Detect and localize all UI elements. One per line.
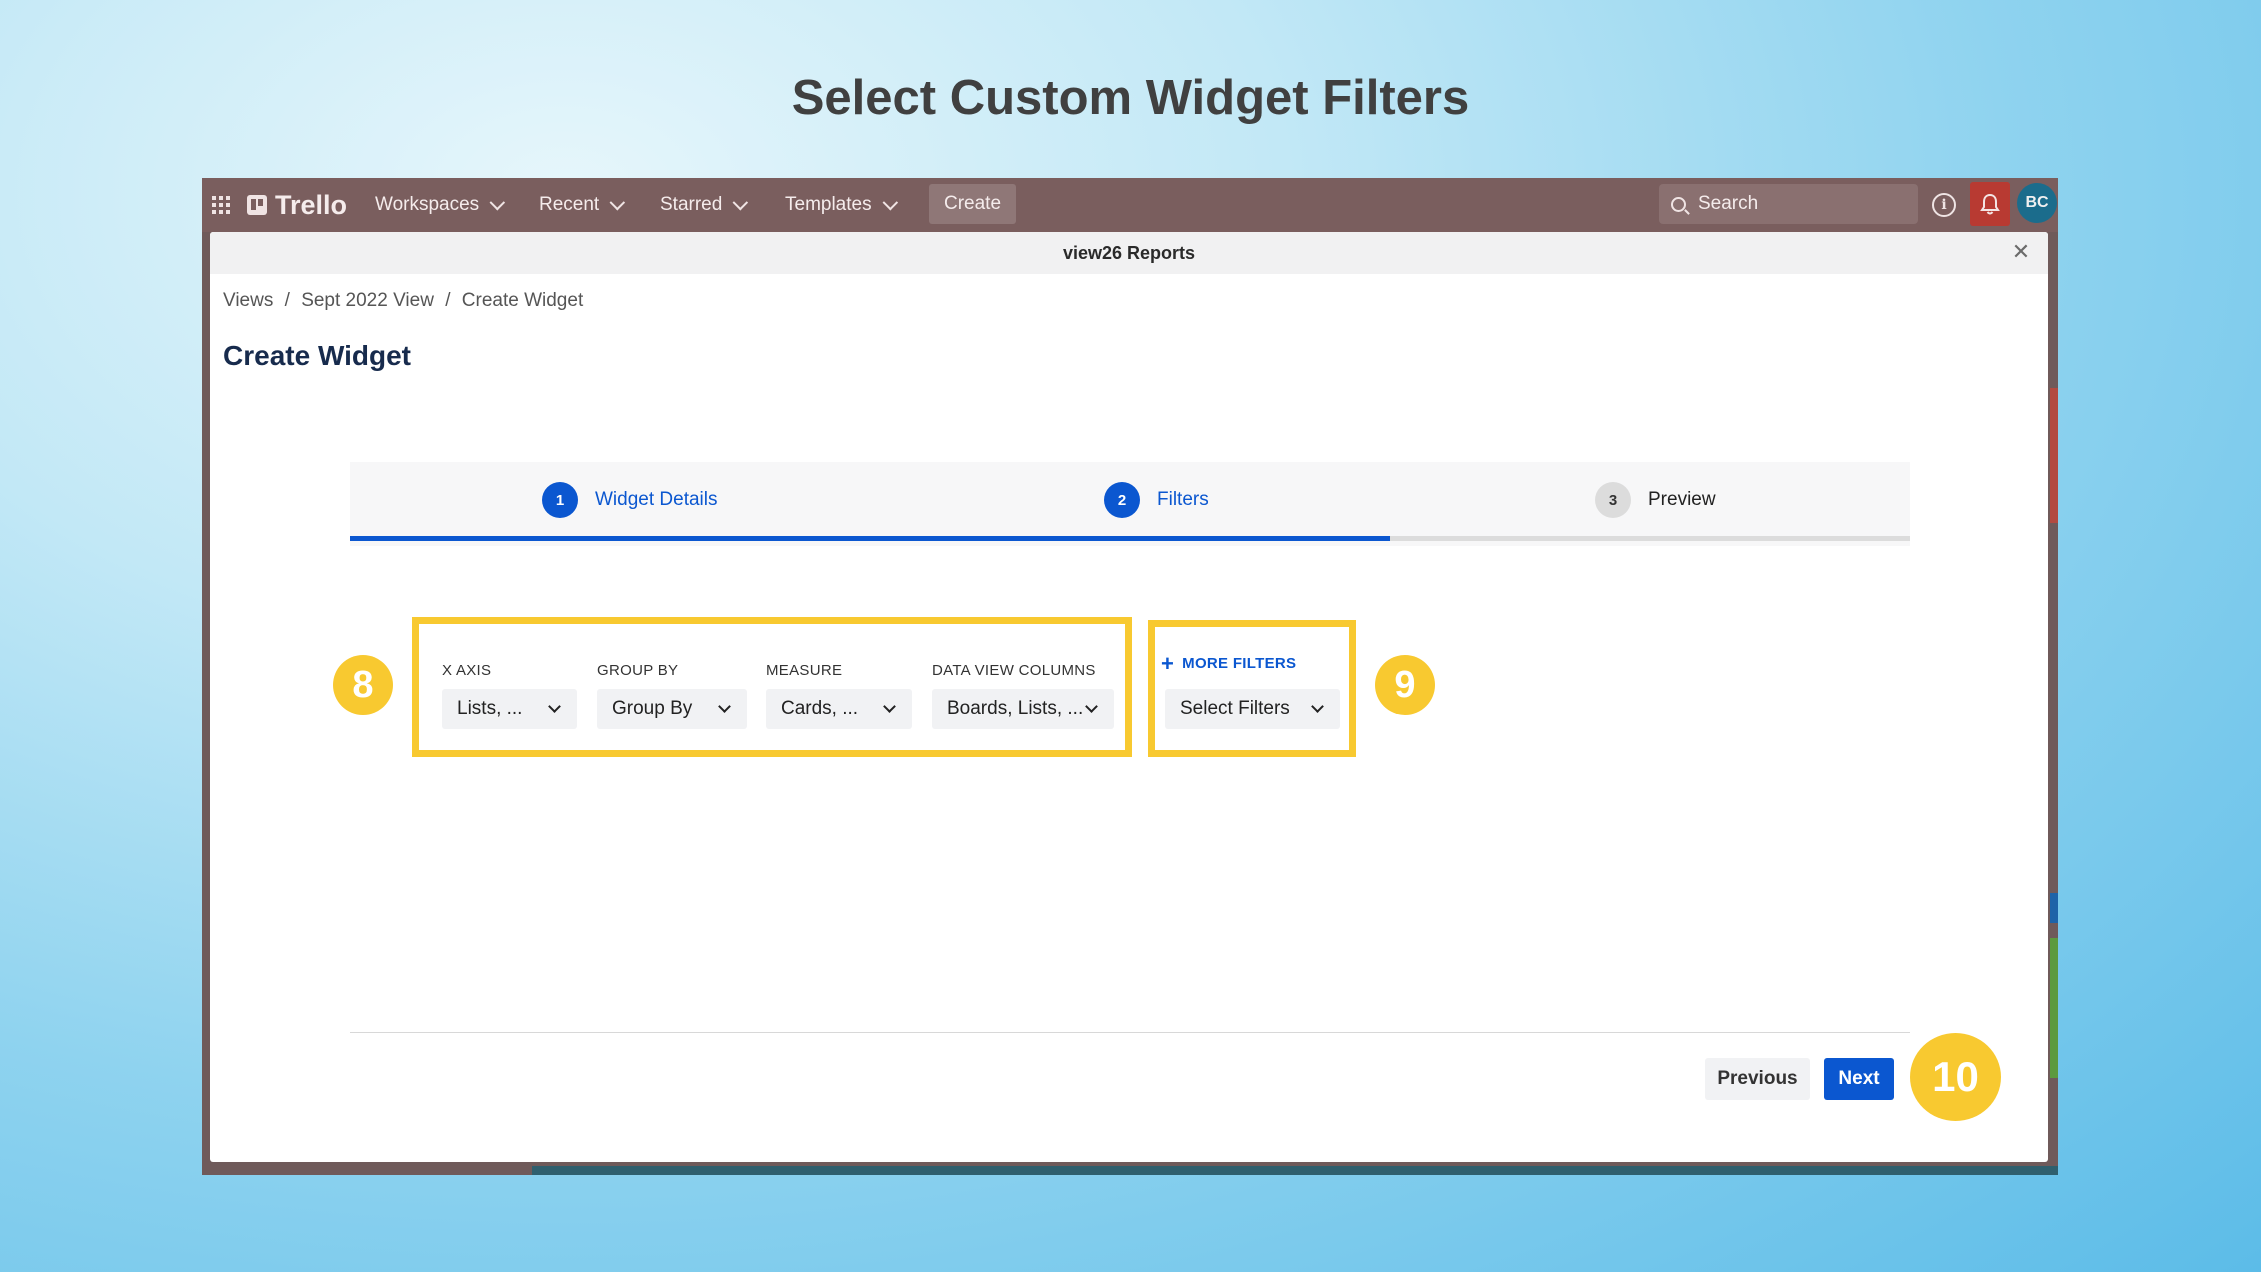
x-axis-value: Lists, ...	[457, 698, 523, 719]
chevron-down-icon	[548, 700, 561, 713]
search-input[interactable]: Search	[1659, 184, 1918, 224]
annotation-badge-9: 9	[1375, 655, 1435, 715]
nav-workspaces-label: Workspaces	[375, 194, 480, 215]
app-switcher-icon[interactable]	[212, 196, 230, 214]
nav-starred-label: Starred	[660, 194, 723, 215]
board-background-strip	[2050, 938, 2058, 1078]
chevron-down-icon	[609, 194, 626, 210]
nav-starred[interactable]: Starred	[660, 178, 749, 232]
chevron-down-icon	[1311, 700, 1324, 713]
breadcrumb-separator: /	[445, 290, 451, 311]
create-button[interactable]: Create	[929, 184, 1016, 224]
modal-header: view26 Reports	[210, 232, 2048, 274]
more-filters-button[interactable]: + MORE FILTERS	[1161, 651, 1297, 676]
avatar[interactable]: BC	[2017, 183, 2057, 223]
step-preview[interactable]: 3 Preview	[1595, 482, 1716, 518]
page-title: Create Widget	[223, 340, 412, 371]
select-filters-value: Select Filters	[1180, 698, 1290, 719]
breadcrumb: Views / Sept 2022 View / Create Widget	[223, 290, 589, 312]
nav-recent[interactable]: Recent	[539, 178, 626, 232]
close-icon[interactable]: ✕	[2010, 241, 2032, 263]
highlight-box-8	[412, 617, 1132, 757]
breadcrumb-sept-2022-view[interactable]: Sept 2022 View	[301, 290, 434, 311]
chevron-down-icon	[883, 700, 896, 713]
chevron-down-icon	[732, 194, 749, 210]
slide-title: Select Custom Widget Filters	[791, 71, 1470, 125]
trello-mark-icon	[247, 195, 267, 215]
top-navigation: Trello Workspaces Recent Starred Templat…	[202, 178, 2058, 232]
data-view-columns-label: DATA VIEW COLUMNS	[932, 662, 1096, 679]
breadcrumb-create-widget: Create Widget	[461, 290, 584, 311]
step-number: 2	[1104, 482, 1140, 518]
next-button[interactable]: Next	[1824, 1058, 1894, 1100]
board-background-strip	[2050, 893, 2058, 923]
annotation-badge-10: 10	[1910, 1033, 2001, 1121]
chevron-down-icon	[882, 194, 898, 210]
breadcrumb-views[interactable]: Views	[223, 290, 273, 311]
stepper-progress-fill	[350, 536, 1390, 541]
nav-workspaces[interactable]: Workspaces	[375, 178, 506, 232]
plus-icon: +	[1161, 651, 1175, 676]
info-icon[interactable]: i	[1932, 193, 1956, 217]
reports-modal: view26 Reports ✕ Views / Sept 2022 View …	[210, 232, 2048, 1162]
group-by-select[interactable]: Group By	[597, 689, 747, 729]
x-axis-select[interactable]: Lists, ...	[442, 689, 577, 729]
board-background-strip	[2050, 388, 2058, 523]
group-by-value: Group By	[612, 698, 693, 719]
logo-text: Trello	[275, 189, 348, 220]
step-label: Widget Details	[595, 489, 718, 510]
step-label: Filters	[1157, 489, 1209, 510]
board-background-strip	[532, 1166, 2058, 1175]
footer-divider	[350, 1032, 1910, 1033]
search-placeholder: Search	[1698, 193, 1759, 214]
select-filters-dropdown[interactable]: Select Filters	[1165, 689, 1340, 729]
notifications-button[interactable]	[1970, 182, 2010, 226]
nav-templates-label: Templates	[785, 194, 872, 215]
search-icon	[1671, 196, 1686, 212]
data-view-columns-select[interactable]: Boards, Lists, ...	[932, 689, 1114, 729]
nav-recent-label: Recent	[539, 194, 600, 215]
step-number: 3	[1595, 482, 1631, 518]
nav-templates[interactable]: Templates	[785, 178, 898, 232]
annotation-badge-8: 8	[333, 655, 393, 715]
more-filters-label: MORE FILTERS	[1182, 655, 1297, 672]
chevron-down-icon	[489, 194, 506, 210]
previous-button[interactable]: Previous	[1705, 1058, 1810, 1100]
data-view-columns-value: Boards, Lists, ...	[947, 698, 1084, 719]
group-by-label: GROUP BY	[597, 662, 679, 679]
step-number: 1	[542, 482, 578, 518]
measure-select[interactable]: Cards, ...	[766, 689, 912, 729]
measure-label: MEASURE	[766, 662, 843, 679]
step-label: Preview	[1648, 489, 1716, 510]
x-axis-label: X AXIS	[442, 662, 492, 679]
chevron-down-icon	[1085, 700, 1098, 713]
trello-logo[interactable]: Trello	[247, 178, 347, 232]
step-widget-details[interactable]: 1 Widget Details	[542, 482, 718, 518]
measure-value: Cards, ...	[781, 698, 859, 719]
step-filters[interactable]: 2 Filters	[1104, 482, 1209, 518]
bell-icon	[1980, 193, 2000, 215]
chevron-down-icon	[718, 700, 731, 713]
modal-title: view26 Reports	[1062, 242, 1196, 263]
breadcrumb-separator: /	[284, 290, 290, 311]
